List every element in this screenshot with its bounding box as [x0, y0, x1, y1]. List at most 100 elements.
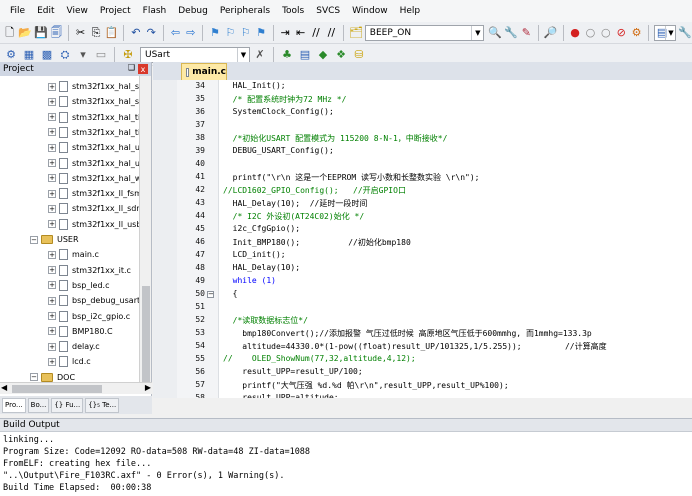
close-icon[interactable]: x: [138, 64, 148, 74]
code-line[interactable]: 52 /*读取数据标志位*/: [153, 314, 692, 327]
stop-build-icon[interactable]: ▭: [93, 47, 109, 63]
project-tab[interactable]: Pro...: [2, 397, 26, 413]
expand-icon[interactable]: +: [48, 82, 56, 91]
tree-file[interactable]: + stm32f1xx_hal_ti: [48, 125, 140, 140]
menu-flash[interactable]: Flash: [137, 6, 173, 16]
code-line[interactable]: 45 i2c_CfgGpio();: [153, 223, 692, 236]
replace-icon[interactable]: 🔧: [504, 25, 518, 41]
menu-view[interactable]: View: [61, 6, 94, 16]
next-bookmark-icon[interactable]: ⚐: [239, 25, 252, 41]
file-extensions-icon[interactable]: ✗: [252, 47, 268, 63]
clear-bookmarks-icon[interactable]: ⚑: [254, 25, 267, 41]
disable-breakpoint-icon[interactable]: ○: [584, 25, 597, 41]
code-line[interactable]: 46 Init_BMP180(); //初始化bmp180: [153, 236, 692, 249]
expand-icon[interactable]: +: [48, 220, 56, 229]
batch-build-icon[interactable]: ⛭: [57, 47, 73, 63]
code-line[interactable]: 53 bmp180Convert();//添加报警 气压过低时候 高原地区气压低…: [153, 327, 692, 340]
code-line[interactable]: 54 altitude=44330.0*(1-pow((float)result…: [153, 340, 692, 353]
chevron-down-icon[interactable]: ▼: [665, 25, 675, 40]
chevron-down-icon[interactable]: ▼: [237, 47, 249, 62]
code-line[interactable]: 44 /* I2C 外设初(AT24C02)始化 */: [153, 210, 692, 223]
code-line[interactable]: 37: [153, 119, 692, 132]
find-combo[interactable]: BEEP_ON ▼: [364, 24, 485, 41]
collapse-icon[interactable]: −: [30, 373, 38, 382]
scroll-left-icon[interactable]: ◀: [1, 383, 7, 392]
tree-file[interactable]: + stm32f1xx_hal_w: [48, 171, 140, 186]
indent-icon[interactable]: ⇥: [279, 25, 292, 41]
expand-icon[interactable]: +: [48, 128, 56, 137]
window-layout-dropdown[interactable]: ▤ ▼: [654, 24, 677, 41]
copy-icon[interactable]: ⎘: [89, 25, 102, 41]
code-line[interactable]: 43 HAL_Delay(10); //延时一段时间: [153, 197, 692, 210]
expand-icon[interactable]: +: [48, 281, 56, 290]
books-tab[interactable]: Bo...: [27, 397, 50, 413]
fold-icon[interactable]: −: [207, 291, 214, 298]
expand-icon[interactable]: +: [48, 174, 56, 183]
select-packs-icon[interactable]: ❖: [333, 47, 349, 63]
code-line[interactable]: 34 HAL_Init();: [153, 80, 692, 93]
code-line[interactable]: 41 printf("\r\n 这是一个EEPROM 读写小数和长整数实验 \r…: [153, 171, 692, 184]
project-books-icon[interactable]: ⛁: [351, 47, 367, 63]
code-line[interactable]: 50− {: [153, 288, 692, 301]
manage-components-icon[interactable]: ♣: [279, 47, 295, 63]
templates-tab[interactable]: {}₅ Te...: [85, 397, 120, 413]
code-line[interactable]: 48 HAL_Delay(10);: [153, 262, 692, 275]
rte-icon[interactable]: ⚙: [630, 25, 643, 41]
tree-file[interactable]: + main.c: [48, 247, 99, 262]
code-line[interactable]: 39 DEBUG_USART_Config();: [153, 145, 692, 158]
wrench-icon[interactable]: 🔧: [678, 25, 692, 41]
expand-icon[interactable]: +: [48, 342, 56, 351]
pin-icon[interactable]: ❑: [128, 63, 135, 72]
expand-icon[interactable]: +: [48, 327, 56, 336]
pack-installer-icon[interactable]: ▤: [297, 47, 313, 63]
undo-icon[interactable]: ↶: [129, 25, 142, 41]
code-line[interactable]: 49 while (1): [153, 275, 692, 288]
expand-icon[interactable]: +: [48, 143, 56, 152]
new-file-icon[interactable]: 🗋: [3, 25, 16, 41]
tree-file[interactable]: + bsp_i2c_gpio.c: [48, 309, 130, 324]
target-select[interactable]: USart ▼: [140, 46, 250, 63]
prev-bookmark-icon[interactable]: ⚐: [224, 25, 237, 41]
save-icon[interactable]: 💾: [34, 25, 48, 41]
menu-svcs[interactable]: SVCS: [310, 6, 346, 16]
kill-breakpoints-icon[interactable]: ⊘: [615, 25, 628, 41]
menu-edit[interactable]: Edit: [31, 6, 60, 16]
expand-icon[interactable]: +: [48, 189, 56, 198]
clear-breakpoints-icon[interactable]: ○: [599, 25, 612, 41]
code-line[interactable]: 42 //LCD1602_GPIO_Config(); //开启GPIO口: [153, 184, 692, 197]
tree-file[interactable]: + delay.c: [48, 339, 100, 354]
tree-file[interactable]: + stm32f1xx_hal_u: [48, 156, 140, 171]
menu-project[interactable]: Project: [94, 6, 137, 16]
uncomment-icon[interactable]: //: [325, 25, 338, 41]
unindent-icon[interactable]: ⇤: [294, 25, 307, 41]
target-options-icon[interactable]: ✠: [120, 47, 136, 63]
editor-tab-main-c[interactable]: main.c: [181, 63, 227, 80]
open-folder-icon[interactable]: 📂: [18, 25, 32, 41]
nav-forward-icon[interactable]: ⇨: [184, 25, 197, 41]
code-line[interactable]: 47 LCD_init();: [153, 249, 692, 262]
tree-file[interactable]: + stm32f1xx_hal_s: [48, 94, 139, 109]
expand-icon[interactable]: +: [48, 250, 56, 259]
scrollbar-thumb[interactable]: [142, 286, 150, 386]
expand-icon[interactable]: +: [48, 159, 56, 167]
tree-file[interactable]: + bsp_debug_usart: [48, 293, 140, 308]
project-horizontal-scrollbar[interactable]: ◀ ▶: [0, 382, 152, 394]
tree-file[interactable]: + stm32f1xx_hal_u: [48, 140, 140, 155]
project-vertical-scrollbar[interactable]: [139, 76, 151, 394]
comment-icon[interactable]: //: [309, 25, 322, 41]
code-line[interactable]: 35 /* 配置系统时钟为72 MHz */: [153, 93, 692, 106]
scroll-right-icon[interactable]: ▶: [145, 383, 151, 392]
code-line[interactable]: 57 printf("大气压强 %d.%d 帕\r\n",result_UPP,…: [153, 379, 692, 392]
tree-file[interactable]: + BMP180.C: [48, 324, 113, 339]
code-line[interactable]: 58 result_UPP=altitude;: [153, 392, 692, 398]
code-line[interactable]: 40: [153, 158, 692, 171]
tree-file[interactable]: + stm32f1xx_ll_sdr: [48, 201, 140, 216]
expand-icon[interactable]: +: [48, 357, 56, 366]
cut-icon[interactable]: ✂: [74, 25, 87, 41]
nav-back-icon[interactable]: ⇦: [169, 25, 182, 41]
collapse-icon[interactable]: −: [30, 235, 38, 244]
expand-icon[interactable]: +: [48, 266, 56, 275]
breakpoint-icon[interactable]: ●: [568, 25, 581, 41]
redo-icon[interactable]: ↷: [145, 25, 158, 41]
scrollbar-thumb[interactable]: [12, 385, 102, 393]
